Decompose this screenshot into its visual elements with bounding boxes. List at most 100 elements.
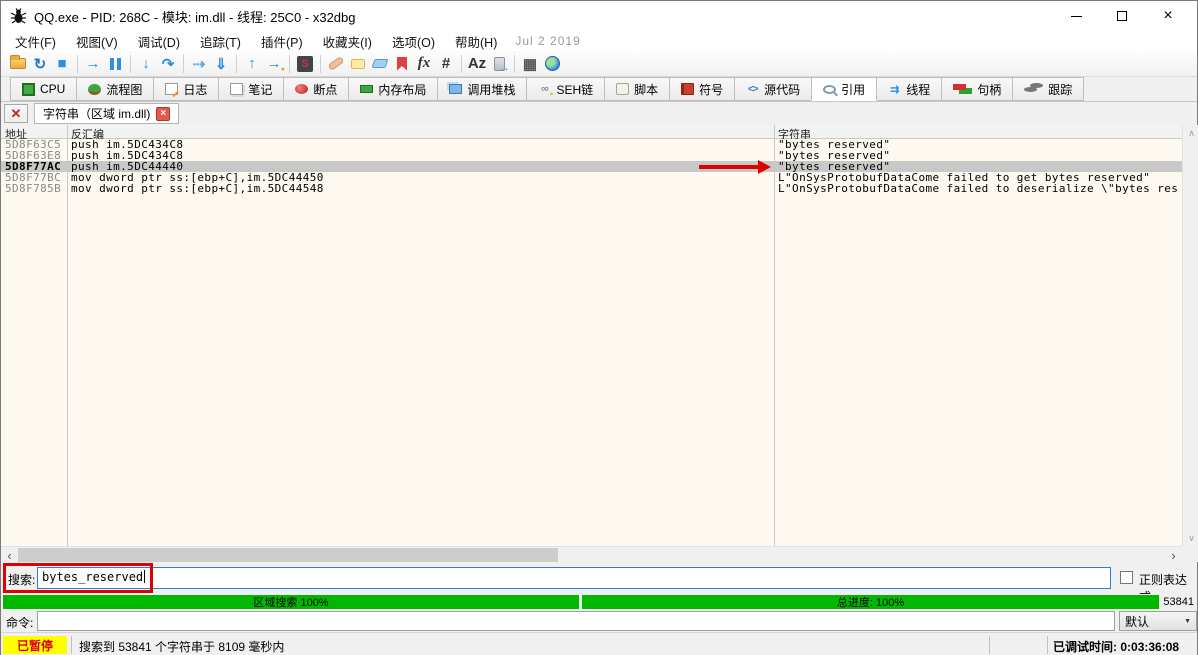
trace-over-icon[interactable]: ⇓ bbox=[210, 54, 232, 74]
tab-notes[interactable]: 笔记 bbox=[218, 77, 284, 101]
cell-disassembly: mov dword ptr ss:[ebp+C],im.5DC44548 bbox=[71, 183, 324, 194]
string-text: " bbox=[778, 150, 785, 161]
tab-trace[interactable]: 跟踪 bbox=[1012, 77, 1084, 101]
menu-item[interactable]: 调试(D) bbox=[128, 30, 190, 53]
seh-chain-icon[interactable]: S bbox=[294, 54, 316, 74]
tab-symbols[interactable]: 符号 bbox=[669, 77, 735, 101]
functions-icon[interactable]: fx bbox=[413, 54, 435, 74]
pause-icon[interactable] bbox=[104, 54, 126, 74]
maximize-button[interactable] bbox=[1099, 1, 1145, 31]
comments-icon[interactable] bbox=[347, 54, 369, 74]
command-profile-dropdown[interactable]: 默认 ▼ bbox=[1119, 611, 1197, 631]
references-table: 5D8F63C5push im.5DC434C8"bytes_reserved"… bbox=[1, 139, 1182, 546]
toolbar-separator bbox=[130, 55, 131, 73]
step-over-icon[interactable]: ↷ bbox=[157, 54, 179, 74]
tab-memory-map[interactable]: 内存布局 bbox=[348, 77, 438, 101]
tab-label: 符号 bbox=[699, 81, 723, 98]
subtab-close-icon[interactable]: × bbox=[156, 107, 170, 121]
tab-label: 源代码 bbox=[764, 81, 800, 98]
string-text: " bbox=[1143, 172, 1150, 183]
vertical-scrollbar[interactable]: ∧ ∨ bbox=[1182, 125, 1198, 546]
debug-time: 已调试时间: 0:03:36:08 bbox=[1053, 638, 1179, 655]
footprints-icon bbox=[1024, 87, 1037, 92]
calculator-icon[interactable]: ▦ bbox=[519, 54, 541, 74]
menu-bar: 文件(F)视图(V)调试(D)追踪(T)插件(P)收藏夹(I)选项(O)帮助(H… bbox=[1, 31, 1197, 51]
string-text: " bbox=[778, 139, 785, 150]
string-text: " bbox=[778, 161, 785, 172]
run-icon: → bbox=[86, 55, 101, 72]
region-search-progressbar: 区域搜索 100% bbox=[3, 595, 579, 609]
close-button[interactable]: × bbox=[1145, 1, 1191, 31]
command-input[interactable] bbox=[37, 611, 1115, 631]
table-row[interactable]: 5D8F785Bmov dword ptr ss:[ebp+C],im.5DC4… bbox=[1, 183, 1182, 194]
tab-handles[interactable]: 句柄 bbox=[941, 77, 1013, 101]
run-to-user-code-icon[interactable]: → bbox=[263, 54, 285, 74]
horizontal-scrollbar[interactable]: ‹ › bbox=[1, 546, 1182, 562]
menu-item[interactable]: 帮助(H) bbox=[445, 30, 507, 53]
tab-script[interactable]: 脚本 bbox=[604, 77, 670, 101]
menu-item[interactable]: 追踪(T) bbox=[190, 30, 251, 53]
trace-into-icon[interactable]: ⇢ bbox=[188, 54, 210, 74]
tab-cpu[interactable]: CPU bbox=[10, 77, 77, 101]
regex-checkbox[interactable] bbox=[1120, 571, 1133, 584]
status-message: 搜索到 53841 个字符串于 8109 毫秒内 bbox=[79, 638, 284, 655]
notes-device-icon[interactable] bbox=[488, 54, 510, 74]
notes-device-icon bbox=[494, 57, 505, 71]
menu-item[interactable]: 插件(P) bbox=[251, 30, 313, 53]
cell-string: "bytes_reserved" bbox=[778, 139, 1182, 150]
annotation-rectangle bbox=[3, 563, 153, 593]
minimize-button[interactable] bbox=[1053, 1, 1099, 31]
bookmarks-icon[interactable] bbox=[391, 54, 413, 74]
scroll-left-icon[interactable]: ‹ bbox=[1, 547, 18, 563]
tab-seh[interactable]: ∞SEH链 bbox=[526, 77, 605, 101]
string-text: L"OnSysProtobufDataCome failed to get bbox=[778, 172, 1045, 183]
tab-label: 引用 bbox=[841, 81, 865, 98]
bookmarks-icon bbox=[397, 57, 407, 71]
tab-label: 跟踪 bbox=[1048, 81, 1072, 98]
restart-icon[interactable]: ↻ bbox=[29, 54, 51, 74]
tab-label: 脚本 bbox=[634, 81, 658, 98]
app-window: QQ.exe - PID: 268C - 模块: im.dll - 线程: 25… bbox=[0, 0, 1198, 655]
step-over-icon: ↷ bbox=[162, 55, 175, 73]
stop-debuggee-icon[interactable]: ■ bbox=[51, 54, 73, 74]
globe-icon[interactable] bbox=[541, 54, 563, 74]
tab-label: SEH链 bbox=[556, 81, 593, 98]
paused-badge: 已暂停 bbox=[3, 636, 67, 654]
tab-source[interactable]: <>源代码 bbox=[734, 77, 812, 101]
search-row: 搜索: bytes_reserved 正则表达式 bbox=[1, 562, 1197, 594]
tab-threads[interactable]: ⇉线程 bbox=[876, 77, 942, 101]
menu-item[interactable]: 视图(V) bbox=[66, 30, 128, 53]
tab-references[interactable]: 引用 bbox=[811, 77, 877, 101]
toolbar-separator bbox=[320, 55, 321, 73]
menu-item[interactable]: 选项(O) bbox=[382, 30, 445, 53]
run-icon[interactable]: → bbox=[82, 54, 104, 74]
tab-breakpoints[interactable]: 断点 bbox=[283, 77, 349, 101]
hash-icon[interactable]: # bbox=[435, 54, 457, 74]
profile-value: 默认 bbox=[1125, 613, 1149, 630]
bug-icon bbox=[10, 8, 27, 25]
scrollbar-thumb[interactable] bbox=[18, 548, 558, 562]
step-into-icon[interactable]: ↓ bbox=[135, 54, 157, 74]
search-input[interactable]: bytes_reserved bbox=[37, 567, 1111, 589]
close-reference-view-button[interactable]: ✕ bbox=[4, 104, 28, 123]
scroll-up-icon[interactable]: ∧ bbox=[1183, 125, 1198, 141]
open-file-icon[interactable] bbox=[7, 54, 29, 74]
tab-label: 流程图 bbox=[106, 81, 142, 98]
menu-item[interactable]: 文件(F) bbox=[5, 30, 66, 53]
ascii-table-icon[interactable]: Az bbox=[466, 54, 488, 74]
handle-blocks-icon bbox=[953, 84, 966, 90]
subtab-strings[interactable]: 字符串（区域 im.dll) × bbox=[34, 103, 179, 124]
tab-graph[interactable]: 流程图 bbox=[76, 77, 154, 101]
status-divider bbox=[71, 636, 72, 654]
execute-till-return-icon[interactable]: ↑ bbox=[241, 54, 263, 74]
menu-item[interactable]: 收藏夹(I) bbox=[313, 30, 382, 53]
patches-icon[interactable] bbox=[325, 54, 347, 74]
memory-chip-icon bbox=[360, 85, 373, 93]
tab-log[interactable]: 日志 bbox=[153, 77, 219, 101]
toolbar-separator bbox=[461, 55, 462, 73]
scroll-down-icon[interactable]: ∨ bbox=[1183, 530, 1198, 546]
toolbar-separator bbox=[514, 55, 515, 73]
labels-icon[interactable] bbox=[369, 54, 391, 74]
tab-call-stack[interactable]: 调用堆栈 bbox=[437, 77, 527, 101]
scroll-right-icon[interactable]: › bbox=[1165, 547, 1182, 563]
